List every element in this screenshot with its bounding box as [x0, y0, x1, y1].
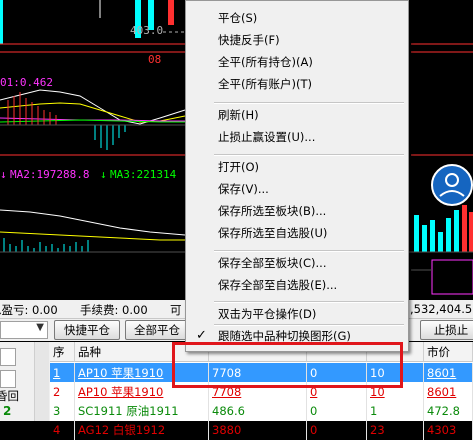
- menu-item-close-all-positions[interactable]: 全平(所有持仓)(A): [186, 52, 408, 72]
- cell-market: 8601: [424, 363, 473, 383]
- menu-separator: [214, 250, 404, 252]
- menu-item-save-selected-to-block[interactable]: 保存所选至板块(B)...: [186, 201, 408, 221]
- col-header-market[interactable]: 市价: [424, 342, 473, 362]
- menu-item-stop-loss-settings[interactable]: 止损止赢设置(U)...: [186, 127, 408, 147]
- menu-item-refresh[interactable]: 刷新(H): [186, 105, 408, 125]
- cell-market: 8601: [424, 382, 473, 402]
- cell-market: 472.8: [424, 401, 473, 421]
- ma3-arrow-icon: ↓: [100, 168, 107, 181]
- cell-name: AG12 白银1912: [75, 420, 209, 440]
- annotation-highlight-box: [172, 342, 403, 388]
- marker-label: 08: [148, 53, 161, 66]
- menu-item-quick-reverse[interactable]: 快捷反手(F): [186, 30, 408, 50]
- menu-item-double-click-close[interactable]: 双击为平仓操作(D): [186, 304, 408, 324]
- available-label: 可: [170, 303, 182, 317]
- cell-price: 486.6: [209, 401, 307, 421]
- candle-bar: [168, 0, 174, 25]
- cell-index: 1: [50, 363, 75, 383]
- stop-loss-button[interactable]: 止损止: [420, 320, 473, 340]
- ma3-label: MA3:221314: [110, 168, 177, 181]
- price-label: 403.0: [130, 24, 163, 37]
- quick-close-button[interactable]: 快捷平仓: [54, 320, 120, 340]
- context-menu: 平仓(S) 快捷反手(F) 全平(所有持仓)(A) 全平(所有账户)(T) 刷新…: [185, 0, 409, 352]
- left-panel: 昏回 2: [0, 342, 50, 421]
- cell-index: 3: [50, 401, 75, 421]
- left-input-2[interactable]: [0, 370, 16, 388]
- ma-arrow-icon: ↓: [0, 168, 7, 181]
- balance-value: ,532,404.5: [410, 302, 473, 316]
- cell-price: 3880: [209, 420, 307, 440]
- menu-item-close-position[interactable]: 平仓(S): [186, 8, 408, 28]
- indicator-label: 01:0.462: [0, 76, 53, 89]
- col-header-index[interactable]: 序: [50, 342, 75, 362]
- left-input-1[interactable]: [0, 348, 16, 366]
- menu-item-save-all-to-watchlist[interactable]: 保存全部至自选股(E)...: [186, 275, 408, 295]
- menu-item-save-all-to-block[interactable]: 保存全部至板块(C)...: [186, 253, 408, 273]
- menu-item-save-selected-to-watchlist[interactable]: 保存所选至自选股(U): [186, 223, 408, 243]
- candle-bar: [0, 0, 3, 44]
- ma2-label: MA2:197288.8: [10, 168, 89, 181]
- menu-item-save[interactable]: 保存(V)...: [186, 179, 408, 199]
- cell-name: SC1911 原油1911: [75, 401, 209, 421]
- menu-item-close-all-accounts[interactable]: 全平(所有账户)(T): [186, 74, 408, 94]
- cell-market: 4303: [424, 420, 473, 440]
- cell-c3: 0: [307, 401, 367, 421]
- menu-separator: [214, 102, 404, 104]
- scrollbar[interactable]: [34, 342, 49, 421]
- chevron-down-icon: ▼: [36, 322, 44, 333]
- cell-c4: 1: [367, 401, 424, 421]
- cell-index: 2: [50, 382, 75, 402]
- account-badge-icon[interactable]: [432, 165, 472, 205]
- menu-separator: [214, 301, 404, 303]
- close-all-button[interactable]: 全部平仓: [125, 320, 189, 340]
- cell-c3: 0: [307, 420, 367, 440]
- left-label: 昏回: [0, 389, 19, 403]
- cell-index: 4: [50, 420, 75, 440]
- left-dropdown[interactable]: ▼: [0, 321, 48, 339]
- menu-item-open[interactable]: 打开(O): [186, 157, 408, 177]
- cell-c4: 23: [367, 420, 424, 440]
- pnl-label: 总盈亏: 0.00: [0, 303, 58, 317]
- menu-separator: [214, 154, 404, 156]
- left-count: 2: [3, 404, 12, 418]
- fee-label: 手续费: 0.00: [80, 303, 148, 317]
